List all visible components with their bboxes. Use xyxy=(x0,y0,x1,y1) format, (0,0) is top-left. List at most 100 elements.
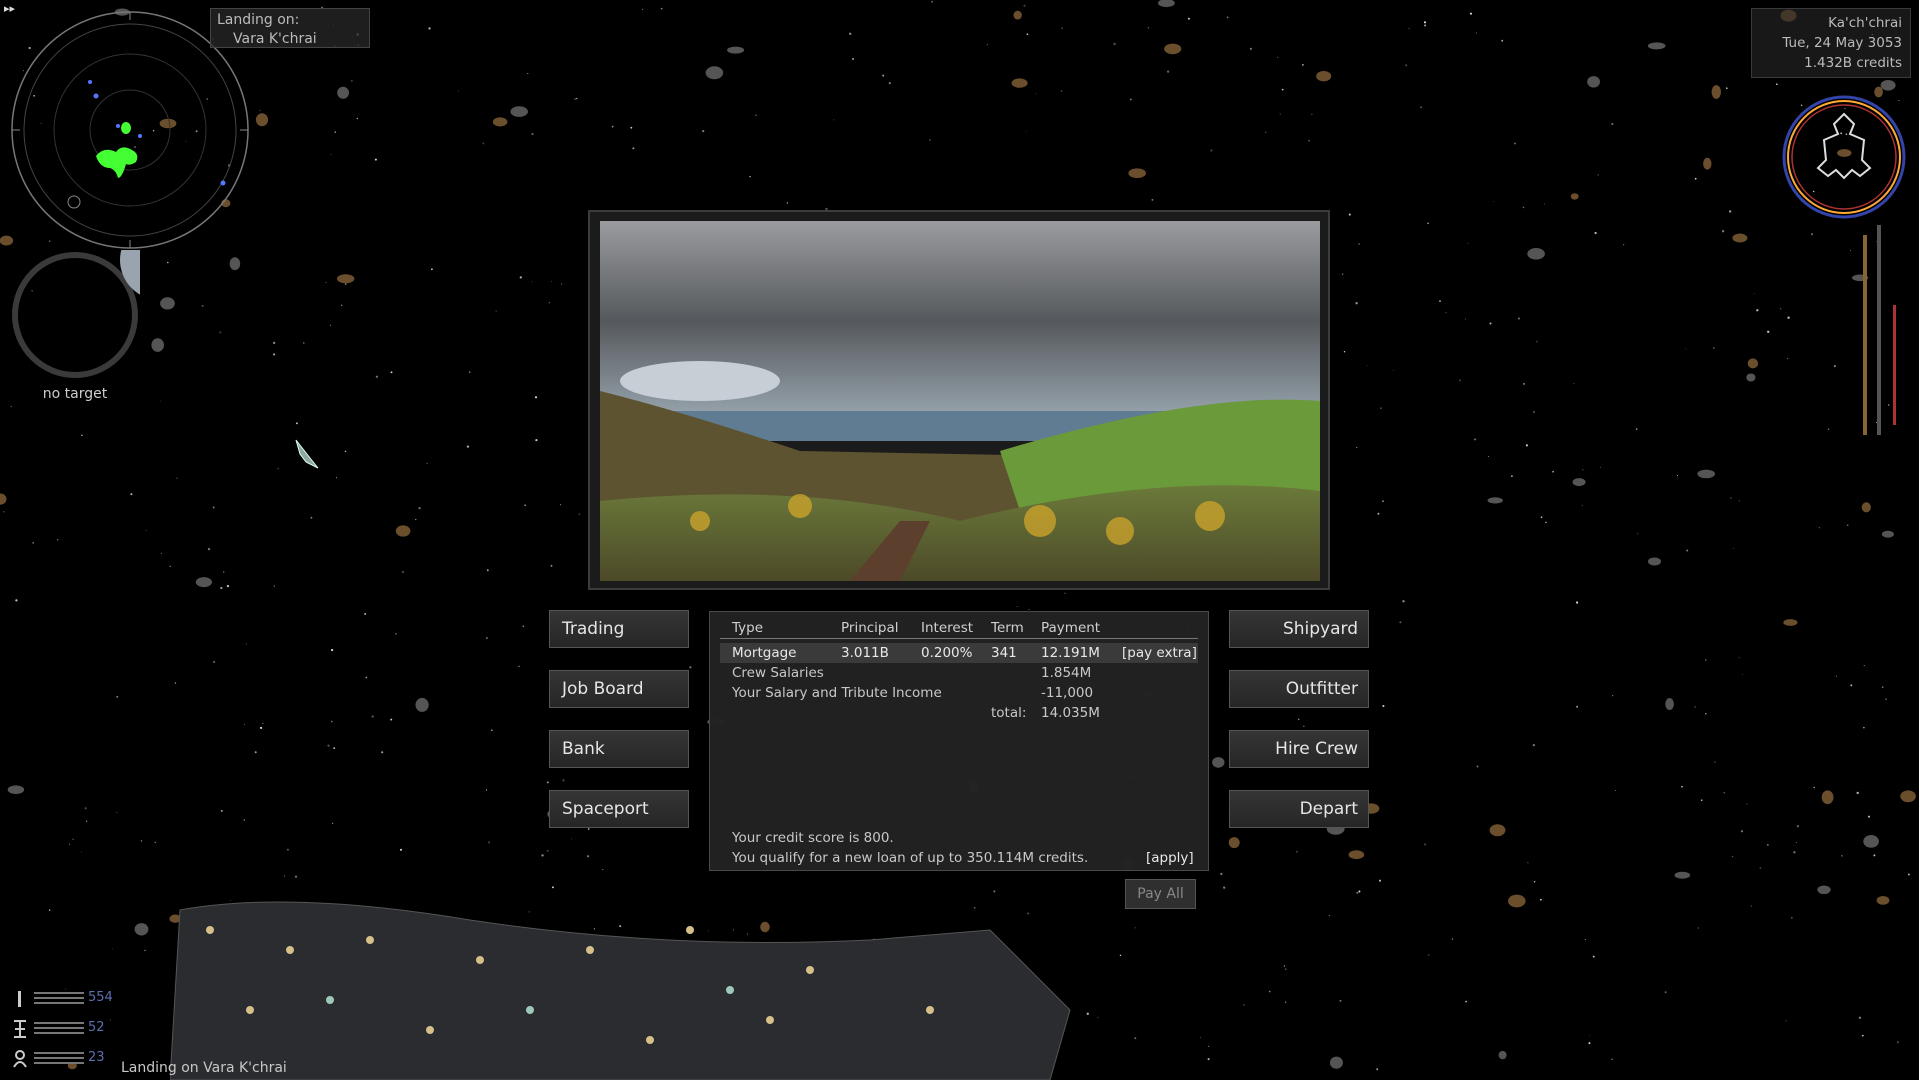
star xyxy=(1881,686,1884,688)
asteroid xyxy=(1648,557,1661,566)
star xyxy=(356,117,358,120)
star xyxy=(1420,106,1422,109)
trading-button[interactable]: Trading xyxy=(549,610,689,648)
star xyxy=(551,281,553,283)
bunks-stat: 23 xyxy=(12,1049,112,1069)
star xyxy=(1615,789,1617,791)
shipyard-button[interactable]: Shipyard xyxy=(1229,610,1369,648)
star xyxy=(1424,843,1427,846)
star xyxy=(1767,844,1769,846)
depart-button[interactable]: Depart xyxy=(1229,790,1369,828)
star xyxy=(374,158,377,161)
pay-all-button[interactable]: Pay All xyxy=(1125,879,1196,909)
star xyxy=(1493,200,1495,202)
header-principal: Principal xyxy=(841,620,899,636)
star xyxy=(1166,70,1170,73)
star xyxy=(1885,698,1887,701)
star xyxy=(642,8,644,10)
star xyxy=(84,807,87,810)
star xyxy=(1423,21,1427,24)
asteroid xyxy=(1011,78,1028,88)
star xyxy=(1464,318,1466,320)
total-payment: 14.035M xyxy=(1041,705,1100,721)
star xyxy=(1539,898,1542,901)
hire-crew-button[interactable]: Hire Crew xyxy=(1229,730,1369,768)
star xyxy=(1402,600,1405,603)
star xyxy=(325,282,327,284)
star xyxy=(1297,718,1300,721)
star xyxy=(111,948,113,950)
bank-button[interactable]: Bank xyxy=(549,730,689,768)
star xyxy=(1283,965,1286,967)
star xyxy=(1597,174,1599,176)
star xyxy=(468,371,471,373)
asteroid xyxy=(1527,248,1545,260)
star xyxy=(86,820,88,822)
star xyxy=(1064,592,1066,594)
star xyxy=(81,434,83,437)
pay-extra-link[interactable]: [pay extra] xyxy=(1122,645,1197,661)
star xyxy=(1588,1042,1591,1045)
star xyxy=(1285,968,1287,970)
asteroid xyxy=(1570,193,1579,200)
star xyxy=(1279,113,1281,115)
star xyxy=(176,477,178,479)
star xyxy=(1676,475,1678,477)
star xyxy=(1243,1004,1245,1006)
star xyxy=(1393,370,1394,371)
star xyxy=(1487,456,1489,457)
star xyxy=(1355,302,1358,305)
star xyxy=(277,467,279,470)
star xyxy=(1501,39,1504,42)
star xyxy=(457,90,459,92)
star xyxy=(286,848,289,851)
star xyxy=(1790,916,1793,919)
asteroid xyxy=(1881,530,1894,538)
star xyxy=(1664,991,1667,994)
star xyxy=(1134,927,1136,929)
star xyxy=(833,119,835,121)
star xyxy=(1738,500,1740,502)
asteroid xyxy=(1158,0,1175,8)
apply-loan-link[interactable]: [apply] xyxy=(1146,850,1194,866)
asteroid xyxy=(415,697,429,712)
star xyxy=(273,341,276,345)
star xyxy=(331,720,333,723)
star xyxy=(1469,12,1473,15)
star xyxy=(1780,308,1782,310)
star xyxy=(201,304,204,307)
star xyxy=(1376,1068,1379,1071)
asteroid xyxy=(1489,824,1506,837)
star xyxy=(1594,231,1597,235)
star xyxy=(1750,905,1753,907)
asteroid xyxy=(337,274,355,284)
star xyxy=(1573,383,1575,384)
star xyxy=(169,565,171,568)
star xyxy=(1873,854,1876,857)
spaceport-button[interactable]: Spaceport xyxy=(549,790,689,828)
star xyxy=(1540,516,1543,519)
star xyxy=(1775,83,1778,86)
job-board-button[interactable]: Job Board xyxy=(549,670,689,708)
star xyxy=(1836,675,1837,677)
mortgage-payment: 12.191M xyxy=(1041,645,1100,661)
bunks-value: 23 xyxy=(88,1050,105,1065)
header-divider xyxy=(720,638,1198,639)
asteroid xyxy=(1711,85,1722,99)
asteroid xyxy=(727,46,745,54)
star xyxy=(1356,446,1358,449)
star xyxy=(1511,475,1513,477)
asteroid xyxy=(705,66,724,80)
star xyxy=(1811,233,1813,236)
star xyxy=(1813,786,1815,789)
header-type: Type xyxy=(732,620,764,636)
asteroid xyxy=(195,577,212,588)
star xyxy=(1399,621,1402,624)
landscape-frame xyxy=(588,210,1330,590)
star xyxy=(1514,142,1516,145)
star xyxy=(611,125,614,128)
landing-planet-name: Vara K'chrai xyxy=(233,31,317,47)
outfitter-button[interactable]: Outfitter xyxy=(1229,670,1369,708)
mortgage-interest: 0.200% xyxy=(921,645,973,661)
asteroid xyxy=(1647,42,1666,50)
